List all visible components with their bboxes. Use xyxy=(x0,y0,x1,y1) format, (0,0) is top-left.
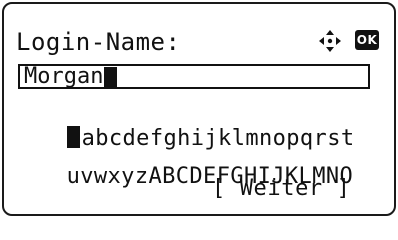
ok-icon[interactable]: OK xyxy=(355,30,379,50)
weiter-button[interactable]: [ Weiter ] xyxy=(212,176,350,202)
login-name-input[interactable]: Morgan xyxy=(18,64,370,89)
input-text: Morgan xyxy=(24,63,104,89)
page-title: Login-Name: xyxy=(16,28,181,56)
text-cursor xyxy=(104,66,118,87)
four-way-arrow-icon xyxy=(319,30,341,52)
lcd-panel: Login-Name: OK Morgan abcdefghijklmnopqr… xyxy=(2,2,396,216)
